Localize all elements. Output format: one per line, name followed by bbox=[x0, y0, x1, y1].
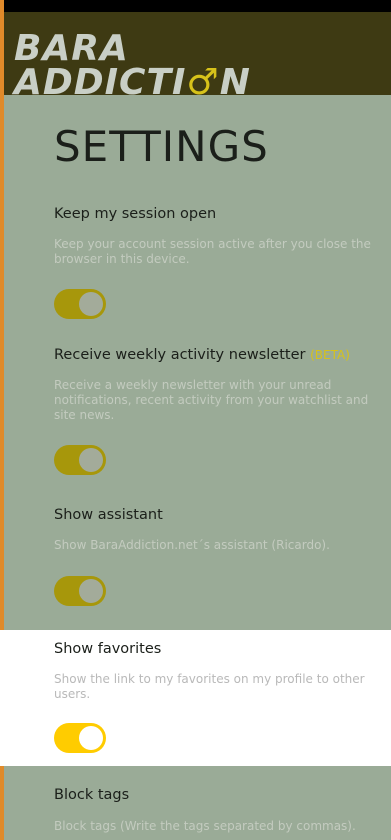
setting-description: Show BaraAddiction.net´s assistant (Rica… bbox=[54, 538, 330, 552]
setting-title-text: Receive weekly activity newsletter bbox=[54, 347, 306, 363]
setting-keep-session: Keep my session open Keep your account s… bbox=[0, 200, 391, 330]
top-frame bbox=[0, 0, 391, 12]
beta-badge: (BETA) bbox=[310, 348, 350, 362]
setting-title: Block tags bbox=[54, 787, 130, 803]
logo-line1: BARA bbox=[14, 28, 129, 69]
weekly-newsletter-toggle[interactable] bbox=[54, 445, 106, 475]
setting-description: Block tags (Write the tags separated by … bbox=[54, 819, 356, 833]
setting-title: Show assistant bbox=[54, 507, 163, 523]
setting-title: Show favorites bbox=[54, 641, 162, 657]
setting-description: Keep your account session active after y… bbox=[54, 237, 371, 266]
setting-description: Receive a weekly newsletter with your un… bbox=[54, 378, 369, 422]
logo-line2: ADDICTI♂N bbox=[14, 65, 251, 95]
site-logo[interactable]: BARA ADDICTI♂N bbox=[14, 28, 251, 95]
logo-line2-suffix: N bbox=[219, 62, 251, 95]
toggle-knob bbox=[79, 726, 103, 750]
page-title: SETTINGS bbox=[54, 122, 269, 171]
setting-show-favorites: Show favorites Show the link to my favor… bbox=[0, 630, 391, 766]
setting-block-tags: Block tags Block tags (Write the tags se… bbox=[0, 776, 391, 840]
show-favorites-toggle[interactable] bbox=[54, 723, 106, 753]
setting-weekly-newsletter: Receive weekly activity newsletter (BETA… bbox=[0, 341, 391, 491]
setting-title: Keep my session open bbox=[54, 206, 217, 222]
setting-title: Receive weekly activity newsletter (BETA… bbox=[54, 347, 350, 363]
toggle-knob bbox=[79, 448, 103, 472]
toggle-knob bbox=[79, 292, 103, 316]
mars-icon: ♂ bbox=[186, 62, 220, 95]
toggle-knob bbox=[79, 579, 103, 603]
logo-line2-prefix: ADDICTI bbox=[14, 62, 187, 95]
setting-show-assistant: Show assistant Show BaraAddiction.net´s … bbox=[0, 501, 391, 621]
site-header: BARA ADDICTI♂N bbox=[0, 12, 391, 95]
keep-session-toggle[interactable] bbox=[54, 289, 106, 319]
show-assistant-toggle[interactable] bbox=[54, 576, 106, 606]
setting-description: Show the link to my favorites on my prof… bbox=[54, 672, 365, 701]
